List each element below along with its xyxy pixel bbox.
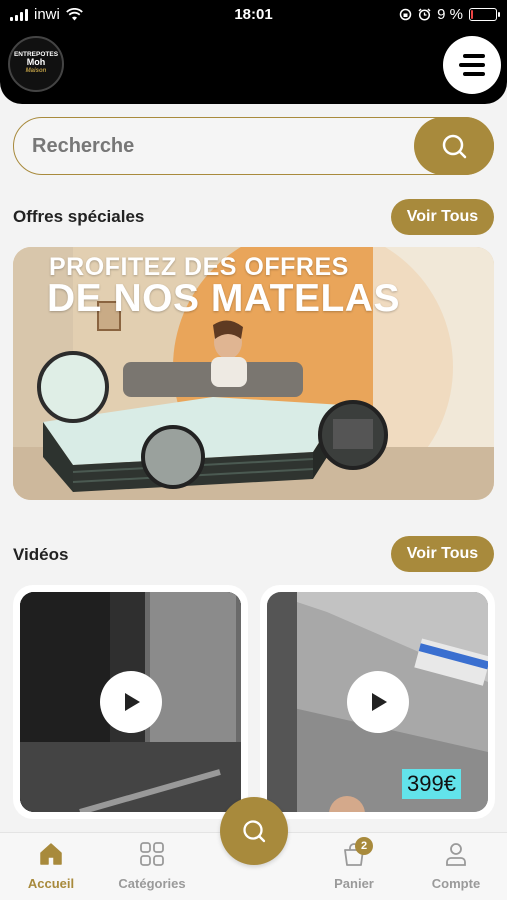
nav-label: Compte <box>431 876 481 891</box>
play-button[interactable] <box>346 671 409 733</box>
special-offers-title: Offres spéciales <box>13 207 145 226</box>
video-card[interactable]: 399€ <box>260 585 495 819</box>
special-offers-see-all-button[interactable]: Voir Tous <box>391 199 494 235</box>
grid-icon <box>140 842 164 866</box>
play-button[interactable] <box>99 671 162 733</box>
battery-percent: 9 % <box>437 6 463 23</box>
logo-line2: Moh <box>26 57 46 68</box>
price-tag: 399€ <box>402 769 461 799</box>
play-icon <box>124 693 140 711</box>
video-card[interactable] <box>13 585 248 819</box>
nav-item-account[interactable]: Compte <box>411 841 501 891</box>
hamburger-line <box>463 72 485 76</box>
nav-label: Panier <box>334 876 374 891</box>
nav-label: Catégories <box>118 876 186 891</box>
menu-button[interactable] <box>443 36 501 94</box>
hamburger-menu-icon <box>463 54 485 58</box>
battery-icon <box>469 8 500 21</box>
banner-headline-line2: DE NOS MATELAS <box>47 277 400 320</box>
nav-item-home[interactable]: Accueil <box>6 841 96 891</box>
search-icon <box>442 134 467 159</box>
nav-item-cart[interactable]: 2 Panier <box>309 837 399 891</box>
center-search-button[interactable] <box>220 797 288 865</box>
brand-logo[interactable]: ENTREPOTES Moh Maison <box>8 36 64 92</box>
video-thumbnail <box>20 592 241 812</box>
search-input[interactable] <box>32 132 402 160</box>
app-header: inwi 18:01 9 % ENTREPOTES Moh Maison <box>0 0 507 104</box>
promo-banner[interactable]: PROFITEZ DES OFFRES DE NOS MATELAS <box>13 247 494 500</box>
videos-see-all-button[interactable]: Voir Tous <box>391 536 494 572</box>
alarm-icon <box>418 8 431 21</box>
hamburger-line <box>459 63 485 67</box>
home-icon <box>40 843 62 865</box>
search-icon <box>243 820 266 843</box>
user-icon <box>446 843 466 866</box>
rotation-lock-icon <box>399 8 412 21</box>
nav-item-categories[interactable]: Catégories <box>107 841 197 891</box>
videos-title: Vidéos <box>13 545 69 564</box>
nav-label: Accueil <box>27 876 75 891</box>
search-bar <box>13 117 494 175</box>
play-icon <box>371 693 387 711</box>
status-bar: inwi 18:01 9 % <box>0 6 507 24</box>
search-button[interactable] <box>414 117 494 175</box>
cart-badge: 2 <box>355 837 373 855</box>
logo-line3: Maison <box>25 68 47 75</box>
